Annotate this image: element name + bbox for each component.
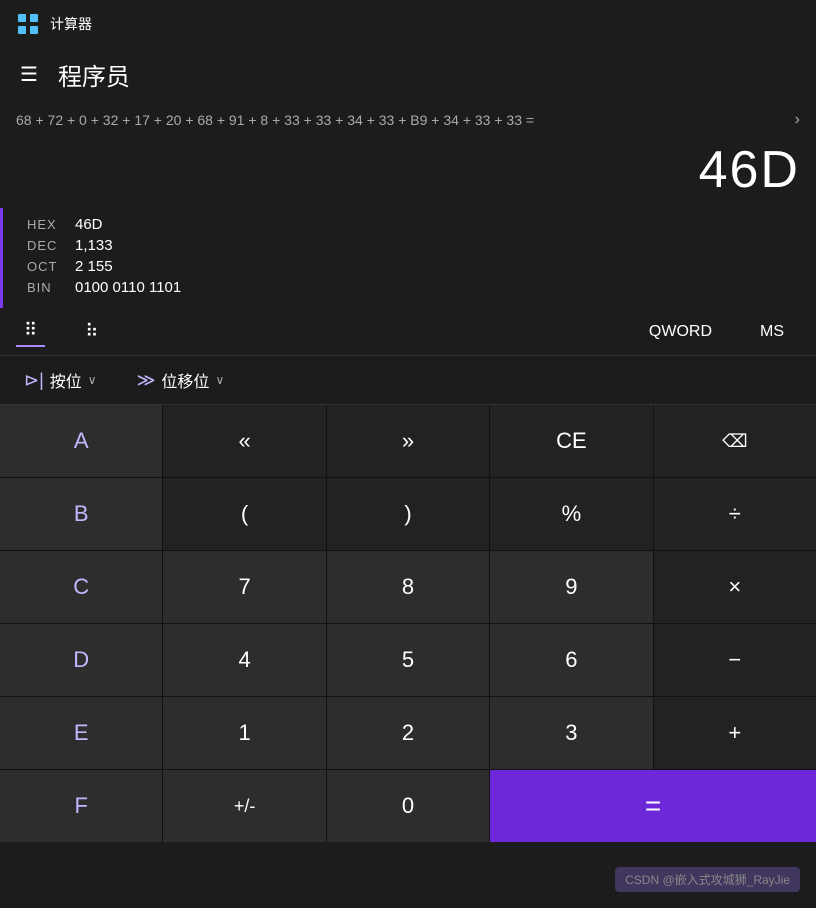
- btn-9[interactable]: 9: [490, 551, 652, 623]
- btn-backspace[interactable]: ⌫: [654, 405, 816, 477]
- bin-label: BIN: [27, 280, 75, 295]
- button-grid: A « » CE ⌫ B ( ) % ÷ C 7 8 9 × D 4 5 6 −…: [0, 405, 816, 842]
- btn-1[interactable]: 1: [163, 697, 325, 769]
- btn-equals[interactable]: =: [490, 770, 816, 842]
- btn-lshift[interactable]: «: [163, 405, 325, 477]
- toolbar-row: ⠿ ⠷ QWORD MS: [0, 308, 816, 355]
- conversion-panel: HEX 46D DEC 1,133 OCT 2 155 BIN 0100 011…: [0, 208, 816, 308]
- btn-4[interactable]: 4: [163, 624, 325, 696]
- expression-text: 68 + 72 + 0 + 32 + 17 + 20 + 68 + 91 + 8…: [16, 112, 787, 128]
- bin-row: BIN 0100 0110 1101: [27, 279, 792, 296]
- btn-0[interactable]: 0: [327, 770, 489, 842]
- btn-C[interactable]: C: [0, 551, 162, 623]
- bitwise-label: 按位: [50, 368, 82, 392]
- oct-label: OCT: [27, 259, 75, 274]
- hex-row: HEX 46D: [27, 216, 792, 233]
- title-bar: 计算器: [0, 0, 816, 48]
- dec-value: 1,133: [75, 237, 113, 254]
- bitwise-button[interactable]: ⊳| 按位 ∨: [16, 364, 105, 396]
- btn-multiply[interactable]: ×: [654, 551, 816, 623]
- bit-dots2-icon: ⠷: [85, 321, 98, 342]
- watermark: CSDN @嵌入式攻城狮_RayJie: [615, 867, 800, 892]
- btn-A[interactable]: A: [0, 405, 162, 477]
- btn-minus[interactable]: −: [654, 624, 816, 696]
- bit-dots-icon: ⠿: [24, 320, 37, 341]
- hex-label: HEX: [27, 217, 75, 232]
- btn-7[interactable]: 7: [163, 551, 325, 623]
- btn-lparen[interactable]: (: [163, 478, 325, 550]
- btn-E[interactable]: E: [0, 697, 162, 769]
- app-icon: [16, 12, 40, 36]
- bin-value: 0100 0110 1101: [75, 279, 181, 296]
- result-area: 46D: [0, 136, 816, 208]
- btn-percent[interactable]: %: [490, 478, 652, 550]
- bitwise-icon: ⊳|: [24, 370, 44, 391]
- shift-label: 位移位: [161, 368, 209, 392]
- btn-rshift[interactable]: »: [327, 405, 489, 477]
- btn-F[interactable]: F: [0, 770, 162, 842]
- btn-B[interactable]: B: [0, 478, 162, 550]
- ms-button[interactable]: MS: [752, 319, 792, 345]
- dec-label: DEC: [27, 238, 75, 253]
- btn-3[interactable]: 3: [490, 697, 652, 769]
- btn-D[interactable]: D: [0, 624, 162, 696]
- shift-chevron: ∨: [215, 373, 224, 387]
- btn-divide[interactable]: ÷: [654, 478, 816, 550]
- dec-row: DEC 1,133: [27, 237, 792, 254]
- btn-5[interactable]: 5: [327, 624, 489, 696]
- bit-view-button[interactable]: ⠿: [16, 316, 45, 347]
- menu-icon[interactable]: ☰: [20, 62, 38, 87]
- header: ☰ 程序员: [0, 48, 816, 100]
- btn-CE[interactable]: CE: [490, 405, 652, 477]
- oct-value: 2 155: [75, 258, 113, 275]
- btn-plusminus[interactable]: +/-: [163, 770, 325, 842]
- btn-2[interactable]: 2: [327, 697, 489, 769]
- result-value: 46D: [699, 140, 800, 200]
- expression-area: 68 + 72 + 0 + 32 + 17 + 20 + 68 + 91 + 8…: [0, 100, 816, 136]
- expression-arrow: ›: [795, 111, 800, 129]
- bitwise-chevron: ∨: [88, 373, 97, 387]
- hex-value: 46D: [75, 216, 103, 233]
- shift-icon: ≫: [137, 370, 156, 391]
- bit-view2-button[interactable]: ⠷: [77, 317, 106, 346]
- bit-ops-row: ⊳| 按位 ∨ ≫ 位移位 ∨: [0, 355, 816, 404]
- page-title: 程序员: [58, 57, 130, 92]
- btn-rparen[interactable]: ): [327, 478, 489, 550]
- oct-row: OCT 2 155: [27, 258, 792, 275]
- shift-button[interactable]: ≫ 位移位 ∨: [129, 364, 233, 396]
- qword-button[interactable]: QWORD: [641, 319, 720, 345]
- btn-8[interactable]: 8: [327, 551, 489, 623]
- app-name: 计算器: [50, 14, 92, 34]
- btn-plus[interactable]: +: [654, 697, 816, 769]
- btn-6[interactable]: 6: [490, 624, 652, 696]
